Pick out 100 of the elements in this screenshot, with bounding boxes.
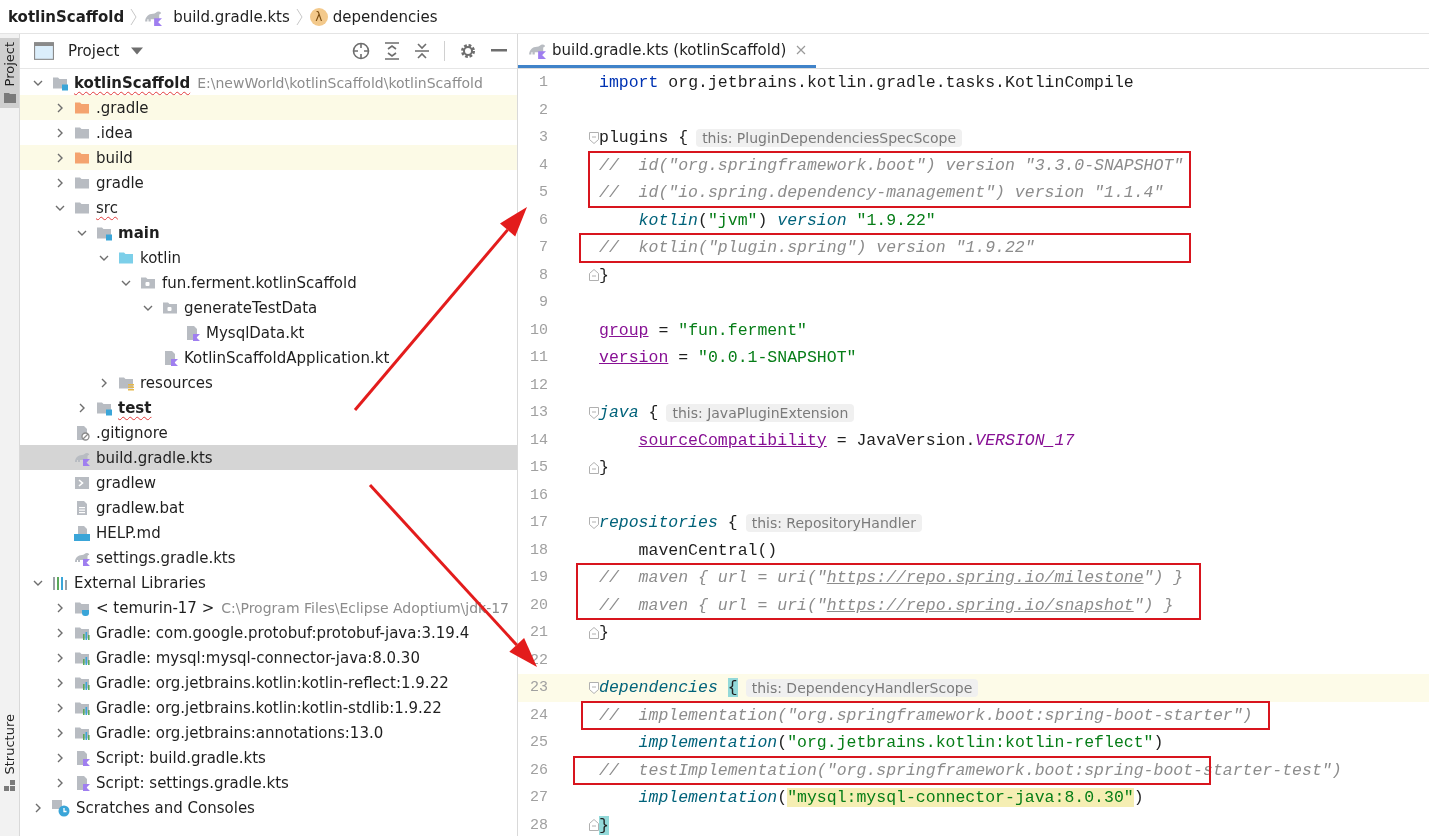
item-label: .gitignore — [96, 423, 168, 442]
tree-item[interactable]: kotlin — [20, 245, 188, 270]
collapse-all-icon[interactable] — [414, 42, 430, 60]
tree-item[interactable]: External Libraries — [20, 570, 212, 595]
tree-item[interactable]: .gradle — [20, 95, 517, 120]
line-number: 21 — [529, 624, 548, 642]
item-label: External Libraries — [74, 573, 206, 592]
inlay-hint: this: DependencyHandlerScope — [745, 678, 979, 697]
tree-item[interactable]: Gradle: org.jetbrains.kotlin:kotlin-reflect:1.9.22 — [20, 670, 455, 695]
lambda-icon: λ — [309, 7, 328, 26]
line-number: 17 — [529, 514, 548, 532]
breadcrumb[interactable]: dependencies — [332, 7, 438, 26]
line-number: 20 — [529, 596, 548, 614]
tree-item[interactable]: HELP.md — [20, 520, 167, 545]
expand-all-icon[interactable] — [384, 42, 400, 60]
tree-item[interactable]: test — [20, 395, 158, 420]
settings-icon[interactable] — [459, 42, 477, 60]
code-line: group = "fun.ferment" — [599, 320, 807, 340]
libraries-icon — [52, 574, 68, 591]
item-label: < temurin-17 > — [96, 598, 215, 617]
item-label: HELP.md — [96, 523, 161, 542]
tool-window-tab[interactable]: Project — [0, 38, 19, 109]
tree-item[interactable]: KotlinScaffoldApplication.kt — [20, 345, 396, 370]
code-line: repositories { — [599, 513, 738, 533]
breadcrumb-separator-icon — [295, 6, 304, 27]
line-number: 19 — [529, 569, 548, 587]
window-icon — [34, 42, 54, 60]
code-line: java { — [599, 403, 659, 423]
tree-item[interactable]: gradle — [20, 170, 150, 195]
code-line: } — [599, 265, 609, 285]
line-number: 10 — [529, 321, 548, 339]
caret-icon[interactable] — [131, 47, 144, 55]
tree-item[interactable]: gradlew — [20, 470, 163, 495]
code-line: implementation("mysql:mysql-connector-java:8.0.30") — [637, 788, 1144, 808]
tree-item[interactable]: .idea — [20, 120, 139, 145]
line-number: 13 — [529, 404, 548, 422]
code-line: } — [599, 623, 609, 643]
tree-item[interactable]: build — [20, 145, 517, 170]
line-number: 3 — [538, 129, 548, 147]
breadcrumb[interactable]: kotlinScaffold — [8, 7, 125, 26]
item-label: Gradle: mysql:mysql-connector-java:8.0.30 — [96, 648, 420, 667]
panel-title[interactable]: Project — [68, 42, 120, 60]
breadcrumb-separator-icon — [130, 6, 139, 27]
tree-item[interactable]: Scratches and Consoles — [20, 795, 261, 820]
tree-item[interactable]: MysqlData.kt — [20, 320, 311, 345]
item-label: src — [96, 198, 118, 217]
tree-item[interactable]: Gradle: org.jetbrains:annotations:13.0 — [20, 720, 390, 745]
breadcrumb[interactable]: build.gradle.kts — [173, 7, 290, 26]
tree-item[interactable]: kotlinScaffold E:\newWorld\kotlinScaffold\kotlinScaffold — [20, 70, 489, 95]
line-number: 8 — [538, 266, 548, 284]
item-label: Gradle: org.jetbrains.kotlin:kotlin-reflect:1.9.22 — [96, 673, 449, 692]
tree-item[interactable]: .gitignore — [20, 420, 174, 445]
item-label: .idea — [96, 123, 133, 142]
item-label: Script: settings.gradle.kts — [96, 773, 289, 792]
code-line: // maven { url = uri("https://repo.spring.io/snapshot") } — [599, 595, 1174, 615]
tree-item[interactable]: Script: build.gradle.kts — [20, 745, 272, 770]
item-label: Script: build.gradle.kts — [96, 748, 266, 767]
code-line: // id("io.spring.dependency-management") version "1.1.4" — [599, 183, 1164, 203]
tool-window-tab[interactable]: Structure — [0, 709, 19, 796]
crosshair-icon[interactable] — [352, 42, 370, 60]
tree-item[interactable]: generateTestData — [20, 295, 324, 320]
path-text: E:\newWorld\kotlinScaffold\kotlinScaffold — [197, 74, 483, 91]
line-number: 14 — [529, 431, 548, 449]
code-line: mavenCentral() — [637, 540, 778, 560]
tree-item[interactable]: Gradle: org.jetbrains.kotlin:kotlin-stdlib:1.9.22 — [20, 695, 448, 720]
item-label: kotlin — [140, 248, 182, 267]
code-line: import org.jetbrains.kotlin.gradle.tasks.KotlinCompile — [599, 73, 1134, 93]
item-label: gradlew — [96, 473, 157, 492]
tree-item[interactable]: fun.ferment.kotlinScaffold — [20, 270, 363, 295]
code-line: // kotlin("plugin.spring") version "1.9.22" — [599, 238, 1035, 258]
tree-item[interactable]: Gradle: com.google.protobuf:protobuf-java:3.19.4 — [20, 620, 476, 645]
inlay-hint: this: JavaPluginExtension — [666, 403, 855, 422]
line-number: 24 — [529, 706, 548, 724]
kotlin-file-icon — [162, 349, 178, 366]
item-label: .gradle — [96, 98, 149, 117]
tree-item[interactable]: Script: settings.gradle.kts — [20, 770, 295, 795]
tree-item[interactable]: Gradle: mysql:mysql-connector-java:8.0.30 — [20, 645, 426, 670]
close-icon[interactable] — [796, 44, 807, 55]
line-number: 16 — [529, 486, 548, 504]
inlay-hint: this: PluginDependenciesSpecScope — [696, 128, 963, 147]
structure-icon — [3, 780, 16, 792]
tree-item[interactable]: src — [20, 195, 124, 220]
item-label: build — [96, 148, 133, 167]
tree-item[interactable]: main — [20, 220, 166, 245]
code-line: implementation("org.jetbrains.kotlin:kotlin-reflect") — [637, 733, 1164, 753]
minimize-icon[interactable] — [491, 49, 507, 53]
tree-item[interactable]: settings.gradle.kts — [20, 545, 242, 570]
item-label: build.gradle.kts — [96, 448, 213, 467]
kotlin-file-icon — [74, 749, 90, 766]
line-number: 9 — [538, 294, 548, 312]
item-label: gradlew.bat — [96, 498, 185, 517]
line-number: 11 — [529, 349, 548, 367]
tree-item[interactable]: resources — [20, 370, 219, 395]
tree-item[interactable]: build.gradle.kts — [20, 445, 517, 470]
item-label: fun.ferment.kotlinScaffold — [162, 273, 357, 292]
item-label: Gradle: org.jetbrains.kotlin:kotlin-stdlib:1.9.22 — [96, 698, 442, 717]
line-number: 18 — [529, 541, 548, 559]
code-line: sourceCompatibility = JavaVersion.VERSION_17 — [637, 430, 1075, 450]
terminal-file-icon — [74, 474, 90, 491]
tree-item[interactable]: gradlew.bat — [20, 495, 191, 520]
